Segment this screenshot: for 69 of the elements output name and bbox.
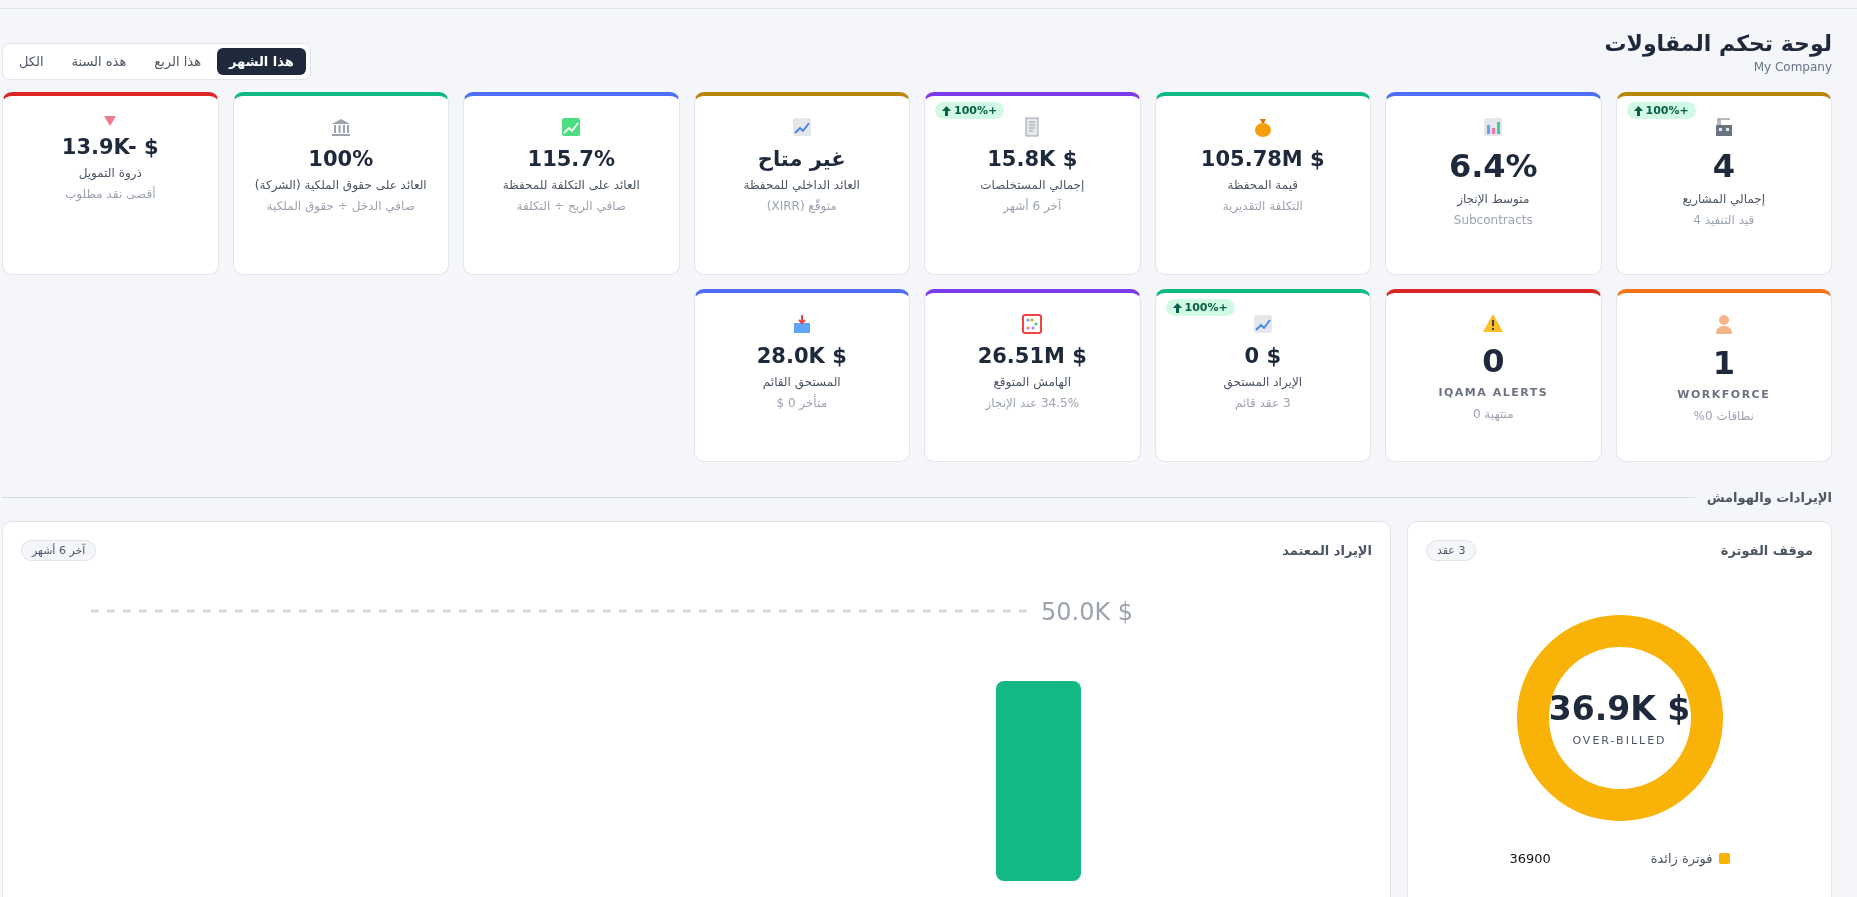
legend-label: فوترة زائدة — [1650, 851, 1713, 866]
kpi-value: 115.7% — [527, 147, 615, 171]
section-title: الإيرادات والهوامش — [1706, 490, 1832, 505]
arrow-up-icon — [1172, 302, 1182, 313]
arrow-up-icon — [942, 105, 951, 116]
kpi-label: العائد على التكلفة للمحفظة — [502, 177, 640, 194]
period-tab[interactable]: هذه السنة — [59, 48, 139, 75]
arrow-up-icon — [1633, 105, 1643, 116]
kpi-note: نطاقات 0% — [1693, 408, 1754, 423]
page-title: لوحة تحكم المقاولات — [1604, 31, 1832, 56]
kpi-label: IQAMA ALERTS — [1438, 385, 1549, 401]
kpi-value: 105.78M $ — [1200, 147, 1325, 171]
kpi-note: متأخر 0 $ — [776, 396, 828, 410]
kpi-note: آخر 6 أشهر — [1003, 199, 1062, 213]
kpi-label: إجمالي المشاريع — [1682, 191, 1766, 208]
line-chart-icon — [1251, 313, 1274, 335]
change-badge: 100%+ — [1165, 299, 1235, 316]
kpi-note: قيد التنفيذ 4 — [1693, 213, 1755, 227]
triangle-down-icon — [104, 116, 117, 126]
warning-icon — [1482, 313, 1505, 333]
kpi-value: 100% — [308, 147, 374, 171]
kpi-value: 13.9K- $ — [61, 135, 159, 159]
line-chart-icon — [790, 116, 813, 138]
abacus-icon — [1021, 313, 1044, 335]
period-tab[interactable]: الكل — [7, 48, 56, 75]
count-pill: 3 عقد — [1426, 540, 1477, 561]
change-badge: 100%+ — [935, 102, 1005, 119]
panel-title: الإيراد المعتمد — [1282, 543, 1372, 558]
period-tab[interactable]: هذا الربع — [142, 48, 213, 75]
chart-icon — [560, 116, 583, 138]
legend-value: 36900 — [1509, 851, 1551, 866]
kpi-value: 6.4% — [1448, 147, 1538, 185]
kpi-note: أقصى نقد مطلوب — [64, 187, 156, 201]
kpi-value: 28.0K $ — [756, 344, 847, 368]
kpi-note: 3 عقد قائم — [1235, 396, 1291, 410]
kpi-value: 0 $ — [1244, 344, 1282, 368]
kpi-label: WORKFORCE — [1677, 387, 1771, 403]
kpi-label: ذروة التمويل — [78, 165, 142, 182]
kpi-note: 34.5% عند الإنجاز — [985, 396, 1080, 410]
bank-icon — [329, 116, 352, 138]
kpi-value: 15.8K $ — [987, 147, 1078, 171]
kpi-value: 0 — [1482, 342, 1505, 380]
change-badge: 100%+ — [1626, 102, 1696, 119]
kpi-label: الإيراد المستحق — [1223, 374, 1303, 391]
kpi-note: منتهية 0 — [1472, 406, 1514, 421]
kpi-note: Subcontracts — [1453, 213, 1533, 227]
kpi-label: المستحق القائم — [762, 374, 841, 391]
kpi-value: 26.51M $ — [977, 344, 1087, 368]
kpi-label: متوسط الإنجاز — [1457, 191, 1530, 208]
bar-chart-icon — [1482, 116, 1505, 138]
kpi-value: غير متاح — [757, 147, 846, 171]
kpi-value: 4 — [1712, 147, 1735, 185]
kpi-label: العائد الداخلي للمحفظة — [743, 177, 860, 194]
company-name: My Company — [1753, 60, 1832, 74]
kpi-note: متوقّع (XIRR) — [766, 199, 837, 213]
donut-center-value: 36.9K $ — [1548, 689, 1691, 728]
kpi-note: صافي الربح ÷ التكلفة — [516, 199, 626, 213]
kpi-label: العائد على حقوق الملكية (الشركة) — [254, 177, 427, 194]
panel-title: موقف الفوترة — [1720, 543, 1813, 558]
kpi-label: إجمالي المستخلصات — [980, 177, 1085, 194]
period-pill: آخر 6 أشهر — [21, 540, 97, 561]
period-tab[interactable]: هذا الشهر — [217, 48, 306, 75]
donut-center-label: OVER-BILLED — [1572, 734, 1667, 747]
kpi-label: الهامش المتوقع — [993, 374, 1072, 391]
axis-tick-label: 50.0K $ — [1041, 598, 1134, 626]
kpi-note: صافي الدخل ÷ حقوق الملكية — [266, 199, 415, 213]
kpi-note: التكلفة التقديرية — [1222, 199, 1303, 213]
kpi-value: 1 — [1712, 344, 1735, 382]
kpi-label: قيمة المحفظة — [1227, 177, 1299, 194]
